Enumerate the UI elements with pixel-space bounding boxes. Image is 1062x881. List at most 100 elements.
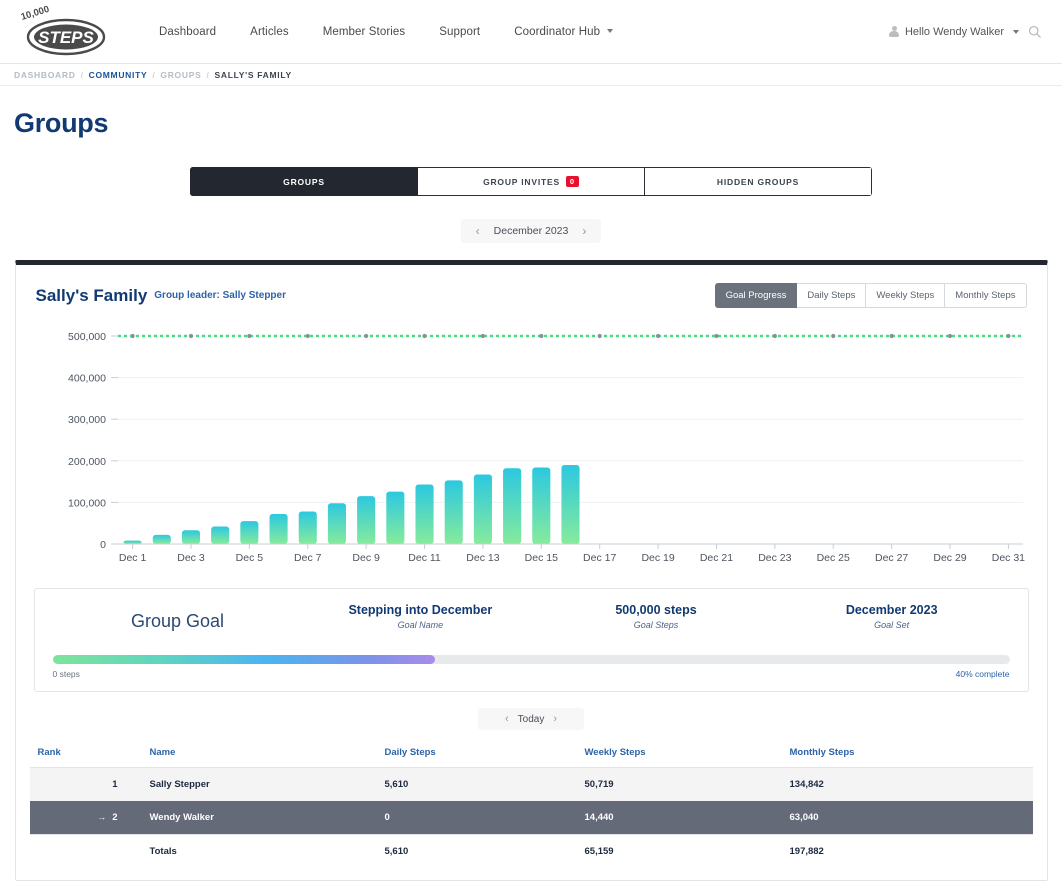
nav-link-coordinator-hub[interactable]: Coordinator Hub [497,20,630,44]
top-navigation-bar: 10,000 STEPS Dashboard Articles Member S… [0,0,1062,64]
breadcrumb-separator: / [206,69,210,80]
nav-link-support-label: Support [439,25,481,38]
group-leader-label: Group leader: Sally Stepper [154,290,286,301]
row-weekly-steps: 50,719 [584,779,614,790]
goal-name-value: Stepping into December [348,603,493,617]
svg-text:500,000: 500,000 [68,331,106,343]
totals-monthly-steps: 197,882 [781,834,1033,868]
group-card-header: Sally's Family Group leader: Sally Stepp… [30,279,1033,308]
svg-text:Dec 1: Dec 1 [118,552,146,564]
group-goal-title-col: Group Goal [53,603,303,639]
table-row[interactable]: 1 Sally Stepper 5,610 50,719 134,842 [29,767,1033,801]
svg-text:Dec 17: Dec 17 [583,552,616,564]
nav-right-cluster: Hello Wendy Walker [889,25,1048,39]
month-label: December 2023 [493,225,569,237]
breadcrumb-item-sallys-family: SALLY'S FAMILY [214,69,292,80]
column-header-daily-steps[interactable]: Daily Steps [376,740,577,768]
goal-progress-fill [52,655,436,664]
goal-steps-label: Goal Steps [633,620,679,630]
column-header-weekly-steps[interactable]: Weekly Steps [576,740,782,768]
goal-item-name: Stepping into December Goal Name [303,603,539,630]
table-row[interactable]: → 2 Wendy Walker 0 14,440 63,040 [29,801,1033,835]
current-user-arrow-icon: → [97,812,107,822]
svg-text:400,000: 400,000 [68,373,106,385]
chart-toggle-monthly-steps[interactable]: Monthly Steps [945,283,1027,308]
tab-hidden-groups[interactable]: HIDDEN GROUPS [645,167,872,196]
group-goal-panel: Group Goal Stepping into December Goal N… [33,588,1029,692]
svg-text:Dec 19: Dec 19 [641,552,674,564]
day-next-button[interactable]: › [544,713,566,725]
svg-text:Dec 27: Dec 27 [874,552,907,564]
chevron-down-icon [1013,29,1019,34]
site-logo[interactable]: 10,000 STEPS [14,6,114,58]
goal-item-steps: 500,000 steps Goal Steps [538,603,774,630]
day-prev-button[interactable]: ‹ [496,713,518,725]
column-header-monthly-steps[interactable]: Monthly Steps [781,740,1033,768]
goal-progress-start-label: 0 steps [52,669,80,679]
leaderboard-header-row: Rank Name Daily Steps Weekly Steps Month… [29,740,1033,768]
totals-daily-steps: 5,610 [376,834,577,868]
totals-label: Totals [141,834,377,868]
svg-text:Dec 7: Dec 7 [294,552,322,564]
breadcrumb-item-groups[interactable]: GROUPS [160,70,201,80]
tab-group-invites[interactable]: GROUP INVITES 0 [418,167,645,196]
svg-text:200,000: 200,000 [68,456,106,468]
goal-progress-complete-label: 40% complete [955,669,1010,679]
day-label: Today [517,713,545,725]
breadcrumb-separator: / [80,69,84,80]
row-monthly-steps: 63,040 [789,812,819,823]
group-name: Sally's Family [35,285,148,305]
breadcrumb-item-community[interactable]: COMMUNITY [89,70,148,80]
svg-text:Dec 3: Dec 3 [177,552,205,564]
nav-link-articles[interactable]: Articles [233,20,306,44]
chart-view-toggle: Goal Progress Daily Steps Weekly Steps M… [714,283,1027,308]
leaderboard-table: Rank Name Daily Steps Weekly Steps Month… [29,740,1033,868]
leaderboard-body: 1 Sally Stepper 5,610 50,719 134,842 → 2 … [29,767,1033,868]
tab-groups[interactable]: GROUPS [190,167,418,196]
goal-item-set: December 2023 Goal Set [774,603,1010,630]
row-daily-steps: 5,610 [384,779,409,790]
column-header-rank[interactable]: Rank [29,740,142,768]
search-icon[interactable] [1028,25,1042,39]
breadcrumb-item-dashboard[interactable]: DASHBOARD [14,70,76,80]
chart-toggle-daily-steps[interactable]: Daily Steps [797,283,867,308]
row-rank-value: 2 [112,812,118,823]
goal-steps-value: 500,000 steps [615,603,697,617]
svg-text:Dec 25: Dec 25 [816,552,849,564]
goal-set-value: December 2023 [845,603,938,617]
goal-progress-chart: 0 100,000 200,000 300,000 400,000 500,000 Dec … [30,326,1033,576]
nav-link-member-stories[interactable]: Member Stories [306,20,423,44]
group-card: Sally's Family Group leader: Sally Stepp… [14,260,1048,881]
svg-text:Dec 9: Dec 9 [352,552,380,564]
month-next-button[interactable]: › [572,225,596,237]
row-monthly-steps: 134,842 [789,779,824,790]
breadcrumb: DASHBOARD / COMMUNITY / GROUPS / SALLY'S… [0,64,1062,86]
nav-link-dashboard[interactable]: Dashboard [142,20,233,44]
totals-row: Totals 5,610 65,159 197,882 [29,834,1033,868]
group-goal-summary-row: Group Goal Stepping into December Goal N… [53,603,1010,639]
svg-text:Dec 13: Dec 13 [466,552,499,564]
nav-link-support[interactable]: Support [422,20,497,44]
svg-text:Dec 21: Dec 21 [699,552,732,564]
goal-progress-footer: 0 steps 40% complete [53,669,1010,679]
breadcrumb-separator: / [152,69,156,80]
person-icon [889,25,900,38]
svg-text:0: 0 [100,539,106,551]
user-menu[interactable]: Hello Wendy Walker [889,25,1019,38]
svg-text:10,000: 10,000 [20,6,51,23]
row-weekly-steps: 14,440 [584,812,614,823]
chart-canvas: 0 100,000 200,000 300,000 400,000 500,000 Dec … [68,331,1025,564]
nav-link-articles-label: Articles [250,25,289,38]
column-header-name[interactable]: Name [141,740,377,768]
svg-text:Dec 31: Dec 31 [991,552,1024,564]
chart-toggle-goal-progress[interactable]: Goal Progress [714,283,798,308]
svg-text:Dec 5: Dec 5 [235,552,263,564]
svg-text:300,000: 300,000 [68,414,106,426]
month-prev-button[interactable]: ‹ [466,225,490,237]
chevron-down-icon [607,29,614,34]
totals-rank [29,834,142,868]
goal-name-label: Goal Name [397,620,444,630]
chart-toggle-weekly-steps[interactable]: Weekly Steps [866,283,946,308]
svg-text:100,000: 100,000 [68,497,106,509]
leaderboard-head: Rank Name Daily Steps Weekly Steps Month… [29,740,1033,768]
